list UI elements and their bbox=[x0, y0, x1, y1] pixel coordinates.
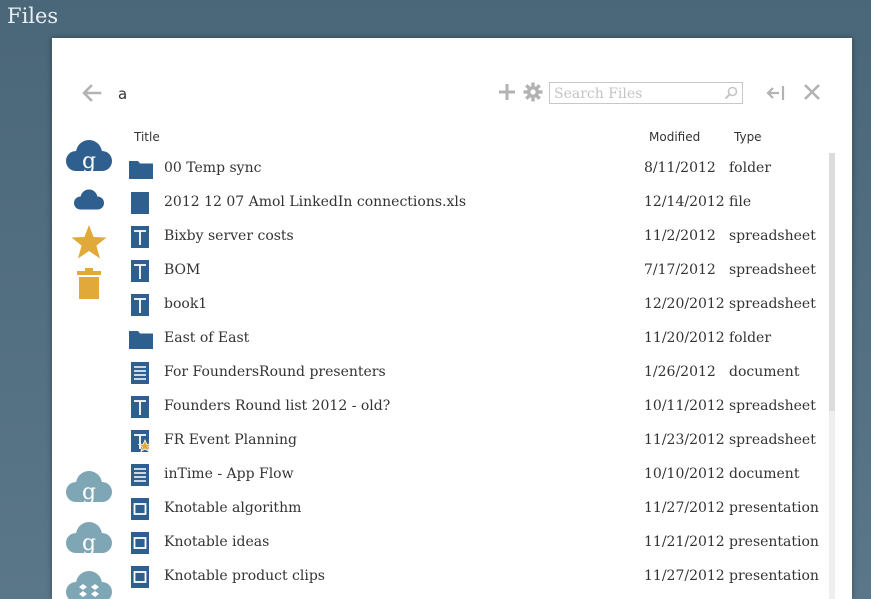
file-modified: 8/11/2012 bbox=[644, 160, 716, 176]
file-title: FR Event Planning bbox=[164, 432, 297, 448]
file-type: file bbox=[729, 194, 752, 210]
collapse-panel-icon[interactable] bbox=[766, 84, 786, 102]
document-icon bbox=[131, 362, 149, 384]
presentation-icon bbox=[131, 532, 149, 554]
file-title: book1 bbox=[164, 296, 208, 312]
file-type: document bbox=[729, 466, 800, 482]
file-type: spreadsheet bbox=[729, 228, 816, 244]
file-icon bbox=[131, 192, 149, 214]
file-title: inTime - App Flow bbox=[164, 466, 294, 482]
files-panel: a Search Files g g g Title Modified Type… bbox=[52, 38, 852, 599]
file-title: East of East bbox=[164, 330, 250, 346]
google-cloud-icon[interactable]: g bbox=[65, 470, 113, 505]
file-modified: 11/23/2012 bbox=[644, 432, 725, 448]
trash-icon[interactable] bbox=[77, 268, 101, 300]
file-title: BOM bbox=[164, 262, 201, 278]
file-row[interactable]: Knotable algorithm 11/27/2012 presentati… bbox=[124, 491, 830, 525]
file-row[interactable]: BOM 7/17/2012 spreadsheet bbox=[124, 253, 830, 287]
close-icon[interactable] bbox=[803, 83, 821, 101]
file-row[interactable]: 2012 12 07 Amol LinkedIn connections.xls… bbox=[124, 185, 830, 219]
file-row[interactable]: 00 Temp sync 8/11/2012 folder bbox=[124, 151, 830, 185]
file-title: For FoundersRound presenters bbox=[164, 364, 386, 380]
presentation-icon bbox=[131, 566, 149, 588]
google-cloud-icon[interactable]: g bbox=[65, 139, 113, 174]
file-type: document bbox=[729, 364, 800, 380]
search-box bbox=[549, 82, 743, 104]
column-header-title[interactable]: Title bbox=[134, 130, 160, 144]
search-icon[interactable] bbox=[724, 86, 738, 100]
file-title: Founders Round list 2012 - old? bbox=[164, 398, 391, 414]
file-type: spreadsheet bbox=[729, 432, 816, 448]
file-modified: 11/27/2012 bbox=[644, 500, 725, 516]
file-row[interactable]: East of East 11/20/2012 folder bbox=[124, 321, 830, 355]
file-row[interactable]: Bixby server costs 11/2/2012 spreadsheet bbox=[124, 219, 830, 253]
column-header-modified[interactable]: Modified bbox=[649, 130, 700, 144]
file-modified: 10/10/2012 bbox=[644, 466, 725, 482]
file-modified: 10/11/2012 bbox=[644, 398, 725, 414]
file-title: Knotable product clips bbox=[164, 568, 325, 584]
file-title: 2012 12 07 Amol LinkedIn connections.xls bbox=[164, 194, 467, 210]
file-row[interactable]: Knotable product clips 11/27/2012 presen… bbox=[124, 559, 830, 593]
file-title: Knotable ideas bbox=[164, 534, 270, 550]
spreadsheet-icon bbox=[131, 260, 149, 282]
file-modified: 12/14/2012 bbox=[644, 194, 725, 210]
current-path: a bbox=[118, 85, 128, 103]
file-modified: 12/20/2012 bbox=[644, 296, 725, 312]
gear-icon[interactable] bbox=[523, 82, 543, 102]
presentation-icon bbox=[131, 498, 149, 520]
file-list: 00 Temp sync 8/11/2012 folder 2012 12 07… bbox=[124, 151, 830, 593]
file-type: presentation bbox=[729, 534, 819, 550]
arrow-left-icon[interactable] bbox=[80, 81, 104, 105]
spreadsheet-icon bbox=[131, 294, 149, 316]
svg-text:g: g bbox=[82, 480, 96, 505]
plus-icon[interactable] bbox=[497, 82, 517, 102]
file-title: Knotable algorithm bbox=[164, 500, 302, 516]
file-modified: 11/27/2012 bbox=[644, 568, 725, 584]
file-row[interactable]: inTime - App Flow 10/10/2012 document bbox=[124, 457, 830, 491]
scroll-thumb[interactable] bbox=[829, 153, 835, 411]
file-type: folder bbox=[729, 160, 772, 176]
folder-icon bbox=[129, 331, 153, 349]
file-title: Bixby server costs bbox=[164, 228, 294, 244]
file-title: 00 Temp sync bbox=[164, 160, 262, 176]
file-row[interactable]: Founders Round list 2012 - old? 10/11/20… bbox=[124, 389, 830, 423]
folder-icon bbox=[129, 161, 153, 179]
app-title: Files bbox=[7, 4, 59, 28]
svg-text:g: g bbox=[82, 149, 96, 174]
column-header-type[interactable]: Type bbox=[734, 130, 762, 144]
document-icon bbox=[131, 464, 149, 486]
file-type: presentation bbox=[729, 500, 819, 516]
star-icon[interactable] bbox=[70, 224, 108, 260]
file-type: presentation bbox=[729, 568, 819, 584]
file-type: spreadsheet bbox=[729, 296, 816, 312]
spreadsheet-icon bbox=[131, 226, 149, 248]
file-type: spreadsheet bbox=[729, 262, 816, 278]
scrollbar[interactable] bbox=[829, 153, 835, 599]
cloud-icon[interactable] bbox=[73, 189, 105, 211]
dropbox-cloud-icon[interactable] bbox=[65, 570, 113, 599]
file-row[interactable]: Knotable ideas 11/21/2012 presentation bbox=[124, 525, 830, 559]
file-modified: 1/26/2012 bbox=[644, 364, 716, 380]
file-row[interactable]: For FoundersRound presenters 1/26/2012 d… bbox=[124, 355, 830, 389]
spreadsheet-icon bbox=[131, 396, 149, 418]
file-modified: 7/17/2012 bbox=[644, 262, 716, 278]
file-modified: 11/2/2012 bbox=[644, 228, 716, 244]
file-row[interactable]: book1 12/20/2012 spreadsheet bbox=[124, 287, 830, 321]
file-type: spreadsheet bbox=[729, 398, 816, 414]
search-input[interactable] bbox=[550, 84, 720, 104]
file-modified: 11/20/2012 bbox=[644, 330, 725, 346]
file-row[interactable]: FR Event Planning 11/23/2012 spreadsheet bbox=[124, 423, 830, 457]
svg-text:g: g bbox=[82, 531, 96, 556]
spreadsheet-starred-icon bbox=[131, 430, 153, 452]
file-type: folder bbox=[729, 330, 772, 346]
file-modified: 11/21/2012 bbox=[644, 534, 725, 550]
google-cloud-icon[interactable]: g bbox=[65, 521, 113, 556]
